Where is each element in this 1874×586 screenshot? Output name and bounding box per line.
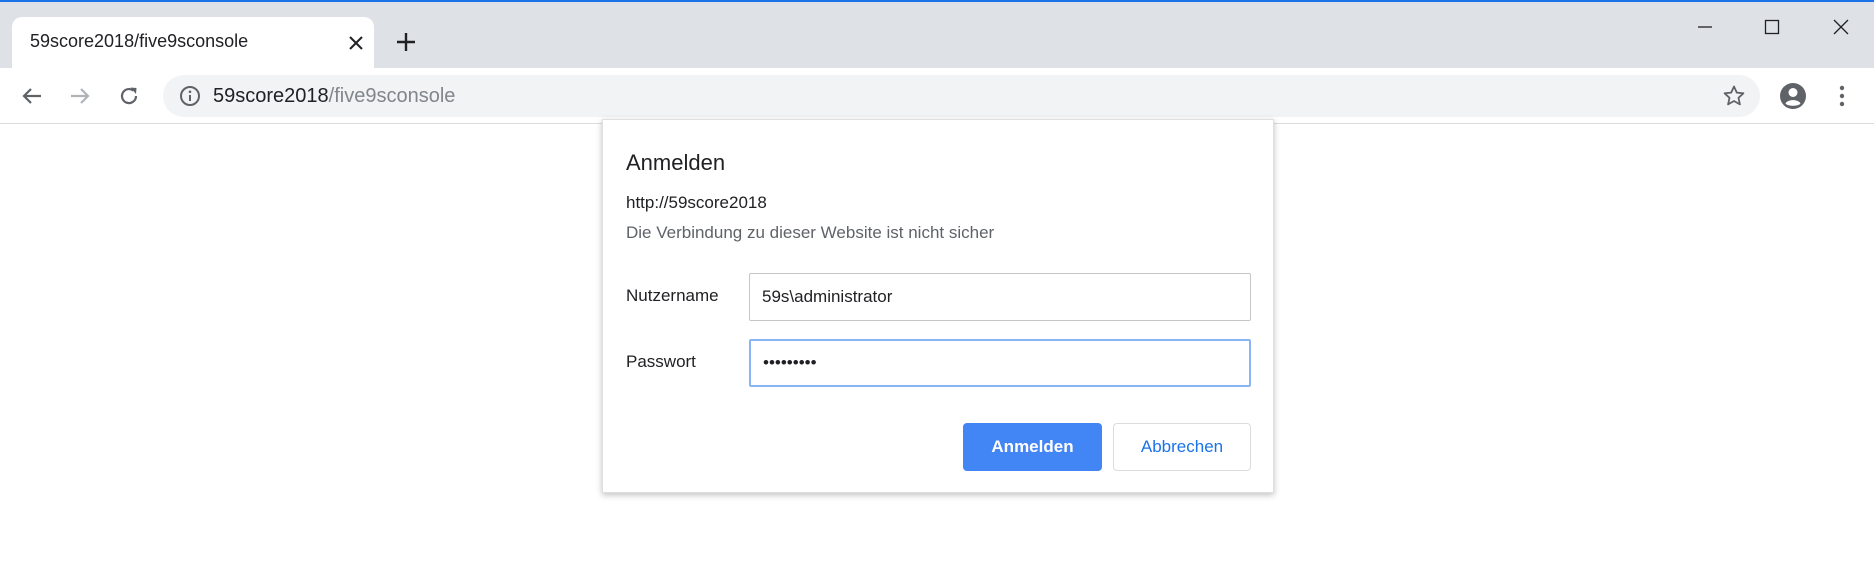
dialog-warning: Die Verbindung zu dieser Website ist nic… — [626, 223, 995, 242]
tab-close-icon[interactable] — [346, 33, 366, 53]
site-info-icon[interactable] — [179, 85, 201, 107]
tab-title: 59score2018/five9sconsole — [30, 31, 249, 51]
kebab-menu-icon[interactable] — [1826, 80, 1858, 112]
profile-account-icon[interactable] — [1777, 80, 1809, 112]
browser-window: 59score2018/five9sconsole 59score2018/fi… — [0, 0, 1874, 586]
url-host: 59score2018 — [213, 85, 329, 107]
close-window-icon[interactable] — [1819, 12, 1863, 42]
browser-toolbar: 59score2018/five9sconsole — [0, 68, 1874, 124]
submit-button[interactable]: Anmelden — [963, 423, 1102, 471]
reload-icon[interactable] — [113, 80, 145, 112]
maximize-icon[interactable] — [1750, 12, 1794, 42]
tab-strip: 59score2018/five9sconsole — [0, 2, 1874, 68]
minimize-icon[interactable] — [1683, 12, 1727, 42]
tab-active[interactable]: 59score2018/five9sconsole — [12, 17, 374, 68]
dialog-title: Anmelden — [626, 150, 726, 175]
back-arrow-left-icon[interactable] — [16, 80, 48, 112]
url-text: 59score2018/five9sconsole — [213, 85, 455, 108]
login-dialog: Anmelden http://59score2018 Die Verbindu… — [602, 119, 1274, 493]
cancel-button[interactable]: Abbrechen — [1113, 423, 1251, 471]
new-tab-plus-icon[interactable] — [392, 28, 420, 56]
username-label: Nutzername — [626, 286, 719, 305]
forward-arrow-right-icon[interactable] — [64, 80, 96, 112]
username-field[interactable]: 59s\administrator — [749, 273, 1251, 321]
bookmark-star-icon[interactable] — [1722, 84, 1746, 108]
dialog-site-url: http://59score2018 — [626, 193, 767, 212]
url-path: /five9sconsole — [328, 85, 456, 107]
password-field[interactable]: ••••••••• — [749, 339, 1251, 387]
address-bar[interactable]: 59score2018/five9sconsole — [163, 75, 1760, 117]
password-label: Passwort — [626, 352, 696, 371]
